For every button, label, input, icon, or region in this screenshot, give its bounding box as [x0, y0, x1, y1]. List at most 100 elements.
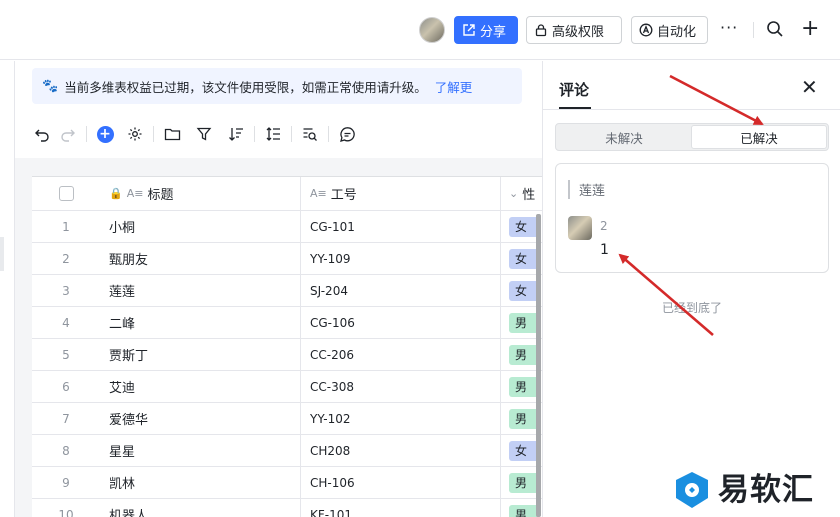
cell-id[interactable]: CC-206: [301, 339, 501, 370]
comment-text: 1: [600, 242, 609, 258]
gender-tag: 男: [509, 376, 539, 397]
row-number: 9: [62, 475, 70, 490]
table-row[interactable]: 3 莲莲 SJ-204 女: [32, 275, 542, 307]
row-number: 7: [62, 411, 70, 426]
cell-id[interactable]: CG-106: [301, 307, 501, 338]
table-toolbar: +: [32, 120, 357, 148]
end-of-list-note: 已经到底了: [661, 301, 722, 315]
brand-watermark: 易软汇: [672, 470, 814, 510]
left-sidebar-collapsed: [0, 61, 15, 517]
select-all-checkbox[interactable]: [32, 177, 100, 210]
add-icon[interactable]: +: [801, 18, 819, 40]
panel-divider: [543, 109, 840, 110]
table-row[interactable]: 6 艾迪 CC-308 男: [32, 371, 542, 403]
learn-more-link[interactable]: 了解更: [435, 77, 473, 96]
column-header-title[interactable]: 🔒 A≡ 标题: [100, 177, 301, 210]
find-icon[interactable]: [300, 124, 320, 144]
cell-title[interactable]: 贾斯丁: [100, 339, 301, 370]
sort-icon[interactable]: [226, 124, 246, 144]
row-height-icon[interactable]: [263, 124, 283, 144]
permission-label: 高级权限: [552, 24, 605, 40]
comment-panel-title: 评论: [559, 81, 590, 99]
gender-tag: 男: [509, 408, 539, 429]
app-window: 分享 高级权限 自动化 ··· + 🐾 当前多维表权益已过期，该文件使用受限，如…: [0, 0, 840, 517]
row-number: 10: [58, 507, 74, 517]
cell-title[interactable]: 小桐: [100, 211, 301, 242]
share-label: 分享: [480, 24, 507, 40]
row-number: 8: [62, 443, 70, 458]
cell-title[interactable]: 二峰: [100, 307, 301, 338]
notice-text: 当前多维表权益已过期，该文件使用受限，如需正常使用请升级。: [64, 79, 427, 95]
search-icon[interactable]: [766, 20, 784, 38]
tab-resolved[interactable]: 已解决: [691, 125, 827, 149]
table-row[interactable]: 10 机器人 KF-101 男: [32, 499, 542, 517]
cell-title[interactable]: 机器人: [100, 499, 301, 517]
gender-tag: 男: [509, 504, 539, 517]
data-table: 🔒 A≡ 标题 A≡ 工号 ⌄ 性 1 小桐 CG-101 女 2 甄朋友 YY…: [32, 176, 542, 517]
table-row[interactable]: 5 贾斯丁 CC-206 男: [32, 339, 542, 371]
share-button[interactable]: 分享: [454, 16, 518, 44]
advanced-permission-button[interactable]: 高级权限: [526, 16, 622, 44]
toolbar-separator: [328, 126, 329, 142]
row-number: 5: [62, 347, 70, 362]
gender-tag: 女: [509, 440, 539, 461]
toolbar-separator: [254, 126, 255, 142]
top-bar: 分享 高级权限 自动化 ··· +: [0, 0, 840, 60]
column-gender-label: 性: [522, 188, 536, 203]
cell-title[interactable]: 莲莲: [100, 275, 301, 306]
automation-icon: [639, 23, 653, 37]
close-icon[interactable]: ✕: [801, 77, 818, 97]
undo-icon[interactable]: [32, 124, 52, 144]
column-id-label: 工号: [330, 188, 357, 203]
gender-tag: 女: [509, 216, 539, 237]
expiry-notice-banner: 🐾 当前多维表权益已过期，该文件使用受限，如需正常使用请升级。 了解更: [32, 68, 522, 104]
cell-id[interactable]: SJ-204: [301, 275, 501, 306]
automation-button[interactable]: 自动化: [631, 16, 708, 44]
lock-icon: 🔒: [109, 187, 123, 200]
table-row[interactable]: 4 二峰 CG-106 男: [32, 307, 542, 339]
brand-logo-icon: [676, 472, 708, 508]
cell-title[interactable]: 艾迪: [100, 371, 301, 402]
share-icon: [463, 24, 475, 36]
tab-unresolved[interactable]: 未解决: [557, 125, 691, 149]
user-avatar[interactable]: [419, 17, 445, 43]
add-record-icon[interactable]: +: [95, 124, 115, 144]
toolbar-separator: [86, 126, 87, 142]
table-row[interactable]: 1 小桐 CG-101 女: [32, 211, 542, 243]
toolbar-divider: [753, 22, 754, 38]
cell-title[interactable]: 爱德华: [100, 403, 301, 434]
cell-id[interactable]: CC-308: [301, 371, 501, 402]
folder-icon[interactable]: [162, 124, 182, 144]
commenter-avatar: [568, 216, 592, 240]
comment-icon[interactable]: [337, 124, 357, 144]
table-row[interactable]: 8 星星 CH208 女: [32, 435, 542, 467]
more-menu-icon[interactable]: ···: [720, 18, 738, 37]
gender-tag: 男: [509, 472, 539, 493]
cell-id[interactable]: KF-101: [301, 499, 501, 517]
cell-id[interactable]: CG-101: [301, 211, 501, 242]
cell-id[interactable]: CH-106: [301, 467, 501, 498]
redo-icon[interactable]: [58, 124, 78, 144]
table-row[interactable]: 2 甄朋友 YY-109 女: [32, 243, 542, 275]
automation-label: 自动化: [657, 24, 697, 40]
cell-title[interactable]: 星星: [100, 435, 301, 466]
cell-title[interactable]: 凯林: [100, 467, 301, 498]
table-row[interactable]: 9 凯林 CH-106 男: [32, 467, 542, 499]
settings-gear-icon[interactable]: [125, 124, 145, 144]
cell-id[interactable]: YY-109: [301, 243, 501, 274]
comment-panel: 评论 ✕ 未解决 已解决 莲莲 2 1 已经到底了: [542, 61, 840, 517]
toolbar-separator: [291, 126, 292, 142]
cell-id[interactable]: CH208: [301, 435, 501, 466]
gender-tag: 男: [509, 344, 539, 365]
cell-id[interactable]: YY-102: [301, 403, 501, 434]
row-number: 3: [62, 283, 70, 298]
cell-title[interactable]: 甄朋友: [100, 243, 301, 274]
comment-card[interactable]: 莲莲 2 1: [555, 163, 829, 273]
sidebar-active-marker: [0, 237, 4, 271]
table-row[interactable]: 7 爱德华 YY-102 男: [32, 403, 542, 435]
table-scrollbar[interactable]: [536, 214, 541, 517]
column-header-id[interactable]: A≡ 工号: [301, 177, 501, 210]
filter-icon[interactable]: [194, 124, 214, 144]
toolbar-separator: [153, 126, 154, 142]
column-header-gender[interactable]: ⌄ 性: [501, 177, 542, 210]
